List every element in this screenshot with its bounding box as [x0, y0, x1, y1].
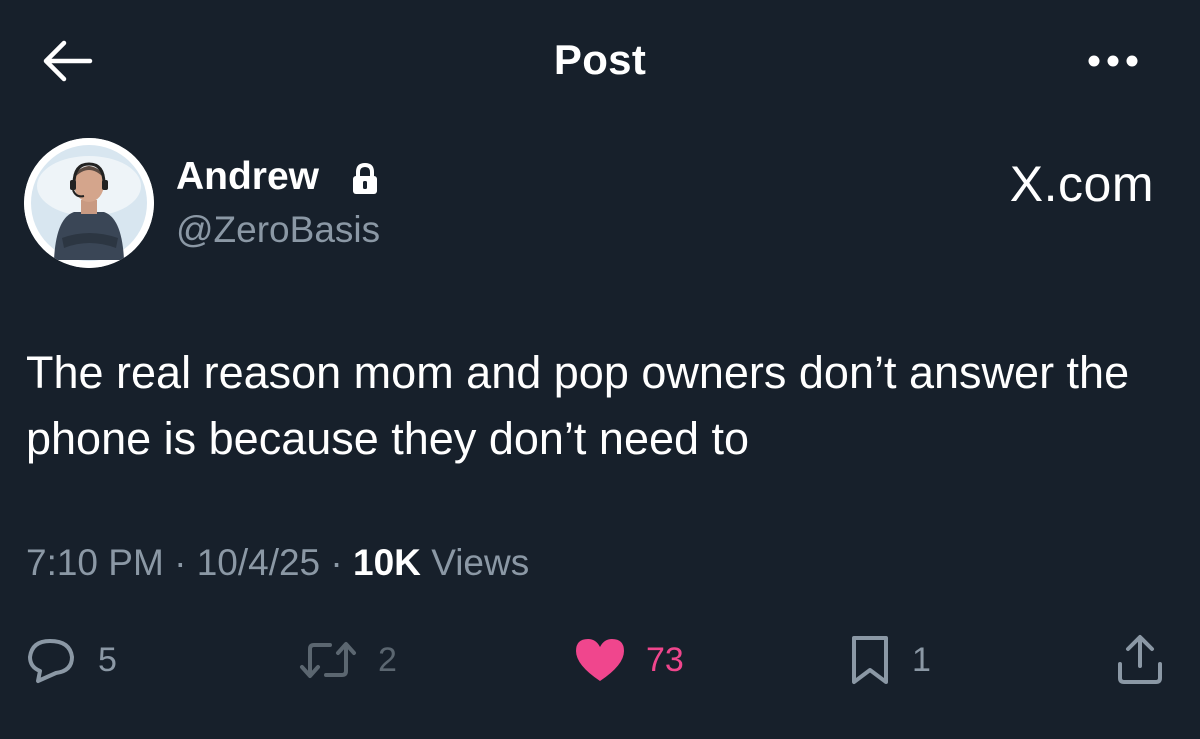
like-count: 73 [646, 640, 684, 679]
bookmark-icon [852, 636, 888, 684]
post-meta: 7:10 PM · 10/4/25 · 10K Views [26, 542, 529, 584]
bookmark-count: 1 [912, 640, 931, 679]
reply-count: 5 [98, 640, 117, 679]
post-date: 10/4/25 [196, 542, 321, 583]
avatar[interactable] [24, 138, 154, 268]
repost-icon [300, 642, 356, 678]
reply-icon [28, 639, 74, 683]
bookmark-button[interactable]: 1 [846, 630, 931, 690]
views-label: Views [420, 542, 530, 583]
views-count[interactable]: 10K [353, 542, 421, 583]
post-time: 7:10 PM [26, 542, 164, 583]
heart-filled-icon [576, 639, 624, 681]
meta-separator: · [163, 542, 197, 583]
post-screen: Post Andrew @ZeroBasis X.com The real re… [0, 0, 1200, 739]
page-title: Post [553, 36, 647, 83]
x-watermark: X.com [1009, 156, 1154, 212]
share-icon [1118, 635, 1162, 684]
repost-count: 2 [378, 640, 397, 679]
reply-button[interactable]: 5 [24, 630, 117, 690]
share-button[interactable] [1112, 630, 1168, 690]
post-text: The real reason mom and pop owners don’t… [26, 347, 1130, 464]
repost-button[interactable]: 2 [296, 630, 397, 690]
more-button[interactable] [1084, 50, 1144, 72]
author-display-name[interactable]: Andrew [176, 155, 319, 199]
meta-separator: · [320, 542, 354, 583]
author-handle[interactable]: @ZeroBasis [176, 209, 380, 251]
lock-icon [353, 162, 377, 194]
like-button[interactable]: 73 [572, 630, 684, 690]
avatar-image [24, 138, 154, 268]
more-horizontal-icon [1088, 55, 1138, 67]
